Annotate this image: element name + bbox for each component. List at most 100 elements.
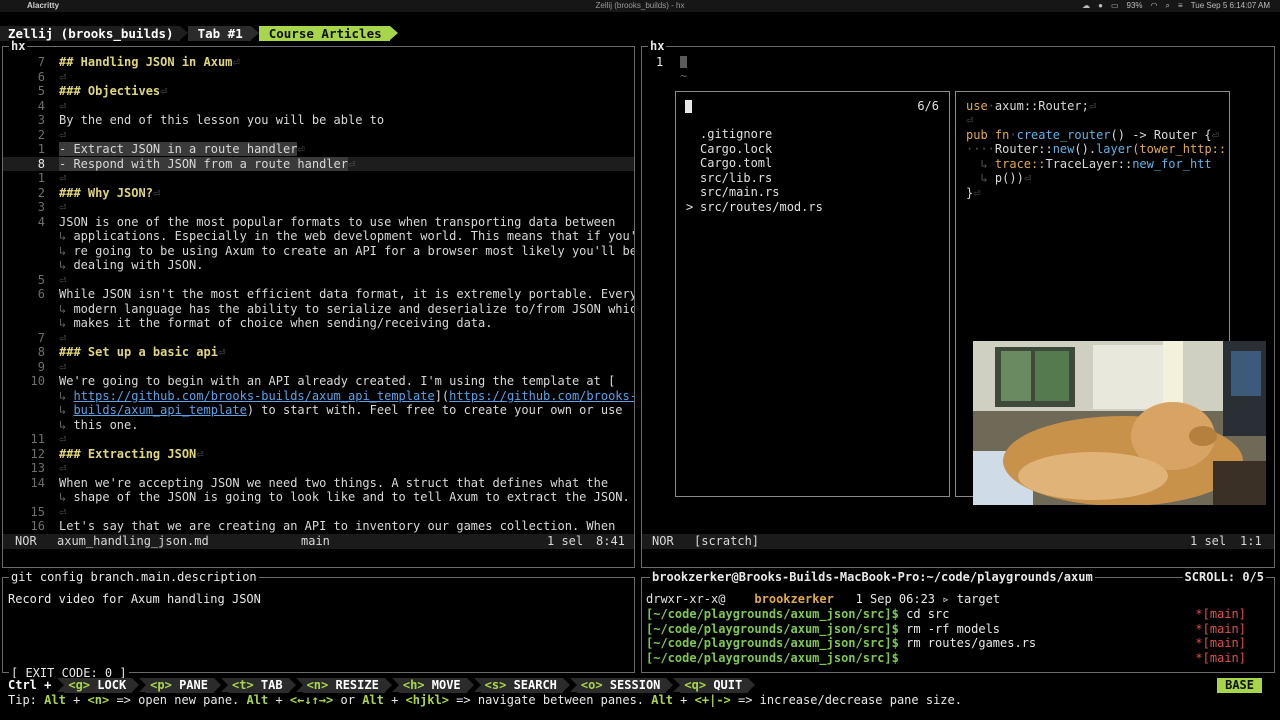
editor-line[interactable]: ↳ this one. bbox=[3, 418, 634, 433]
picker-item[interactable]: Cargo.lock bbox=[700, 142, 772, 157]
search-icon[interactable]: ⌕ bbox=[1166, 0, 1170, 12]
keybinding-session[interactable]: <o> SESSION bbox=[569, 678, 674, 693]
editor-line[interactable]: 12 ### Extracting JSON⏎ bbox=[3, 447, 634, 462]
editor-line[interactable]: 2 ### Why JSON?⏎ bbox=[3, 186, 634, 201]
left-editor-pane[interactable]: hx 7 ## Handling JSON in Axum⏎ 6 ⏎ 5 ### Obje… bbox=[2, 39, 635, 568]
editor-line[interactable]: 11 ⏎ bbox=[3, 432, 634, 447]
editor-line[interactable]: 1 - Extract JSON in a route handler⏎ bbox=[3, 142, 634, 157]
editor-line[interactable]: ↳ re going to be using Axum to create an… bbox=[3, 244, 634, 259]
git-branch-indicator: *[main] bbox=[1195, 650, 1246, 665]
editor-mode: NOR bbox=[15, 534, 37, 548]
line-text: ## Handling JSON in Axum⏎ bbox=[59, 55, 240, 69]
editor-line[interactable]: 16 Let's say that we are creating an API … bbox=[3, 519, 634, 534]
keybinding-pane[interactable]: <p> PANE bbox=[139, 678, 221, 693]
picker-item[interactable]: .gitignore bbox=[700, 127, 772, 142]
editor-filename: axum_handling_json.md bbox=[57, 534, 209, 548]
editor-line[interactable]: ↳ https://github.com/brooks-builds/axum_… bbox=[3, 389, 634, 404]
line-text: - Respond with JSON from a route handler… bbox=[59, 156, 356, 171]
keybinding-search[interactable]: <s> SEARCH bbox=[473, 678, 570, 693]
line-number: 10 bbox=[30, 374, 45, 388]
markdown-editor[interactable]: 7 ## Handling JSON in Axum⏎ 6 ⏎ 5 ### Objecti… bbox=[3, 55, 634, 535]
branch-description: Record video for Axum handling JSON bbox=[8, 592, 261, 606]
picker-item[interactable]: src/main.rs bbox=[700, 185, 779, 200]
editor-line[interactable]: 6 While JSON isn't the most efficient dat… bbox=[3, 287, 634, 302]
editor-line[interactable]: 9 ⏎ bbox=[3, 360, 634, 375]
display-icon[interactable]: ▭ bbox=[1111, 0, 1119, 12]
file-picker[interactable]: 6/6 .gitignore Cargo.lock Cargo.toml src/li… bbox=[675, 91, 950, 497]
scroll-indicator: SCROLL: 0/5 bbox=[1182, 570, 1266, 584]
line-text: ### Extracting JSON⏎ bbox=[59, 446, 204, 461]
editor-line[interactable]: 15 ⏎ bbox=[3, 505, 634, 520]
keybinding-quit[interactable]: <q> QUIT bbox=[673, 678, 756, 693]
wifi-icon[interactable]: ◠ bbox=[1151, 0, 1158, 12]
editor-line[interactable]: 5 ### Objectives⏎ bbox=[3, 84, 634, 99]
tab-course-articles[interactable]: Course Articles bbox=[258, 26, 390, 41]
line-number: 13 bbox=[30, 461, 45, 475]
tab-1[interactable]: Tab #1 bbox=[187, 26, 251, 41]
editor-line[interactable]: 13 ⏎ bbox=[3, 461, 634, 476]
editor-line[interactable]: 4 ⏎ bbox=[3, 99, 634, 114]
terminal-line: [~/code/playgrounds/axum_json/src]$ rm r… bbox=[646, 636, 1036, 651]
terminal-pane[interactable]: brookzerker@Brooks-Builds-MacBook-Pro:~/… bbox=[641, 570, 1275, 673]
editor-line[interactable]: ↳ shape of the JSON is going to look lik… bbox=[3, 490, 634, 505]
keybinding-tab[interactable]: <t> TAB bbox=[220, 678, 296, 693]
editor-line[interactable]: 3 ⏎ bbox=[3, 200, 634, 215]
line-number: 3 bbox=[37, 200, 45, 214]
line-text: ⏎ bbox=[59, 272, 67, 287]
line-number: 1 bbox=[37, 142, 45, 156]
editor-line[interactable]: 4 JSON is one of the most popular formats… bbox=[3, 215, 634, 230]
line-text: ↳ shape of the JSON is going to look lik… bbox=[59, 490, 630, 504]
shell-prompt: [~/code/playgrounds/axum_json/src]$ bbox=[646, 607, 899, 621]
editor-line[interactable]: ↳ builds/axum_api_template) to start wit… bbox=[3, 403, 634, 418]
line-number: 2 bbox=[37, 185, 45, 200]
line-text: ↳ modern language has the ability to ser… bbox=[59, 301, 634, 316]
record-icon[interactable]: ● bbox=[1098, 0, 1103, 12]
line-number: 4 bbox=[37, 214, 45, 229]
picker-input-cursor[interactable] bbox=[685, 100, 692, 113]
line-text: ↳ https://github.com/brooks-builds/axum_… bbox=[59, 388, 634, 403]
editor-line[interactable]: 2 ⏎ bbox=[3, 128, 634, 143]
editor-line[interactable]: ↳ makes it the format of choice when sen… bbox=[3, 316, 634, 331]
picker-count: 6/6 bbox=[917, 99, 939, 113]
editor-cursor-pos: 1:1 bbox=[1240, 534, 1262, 548]
picker-item[interactable]: src/routes/mod.rs bbox=[700, 200, 823, 215]
control-center-icon[interactable]: ≡ bbox=[1178, 0, 1183, 12]
editor-line[interactable]: 10 We're going to begin with an API alrea… bbox=[3, 374, 634, 389]
shell-prompt: [~/code/playgrounds/axum_json/src]$ bbox=[646, 621, 899, 636]
keybinding-lock[interactable]: <g> LOCK bbox=[57, 678, 140, 693]
git-branch-indicator: *[main] bbox=[1195, 636, 1246, 650]
tab-separator bbox=[389, 26, 398, 40]
line-number: 1 bbox=[656, 55, 664, 69]
editor-line[interactable]: 1 ⏎ bbox=[3, 171, 634, 186]
editor-line[interactable]: 7 ⏎ bbox=[3, 331, 634, 346]
line-text: ⏎ bbox=[59, 432, 67, 446]
editor-line[interactable]: ↳ modern language has the ability to ser… bbox=[3, 302, 634, 317]
picker-item[interactable]: src/lib.rs bbox=[700, 171, 772, 186]
git-config-pane[interactable]: git config branch.main.description Recor… bbox=[2, 570, 635, 680]
shell-command: rm routes/games.rs bbox=[898, 636, 1037, 650]
preview-line: ····Router::new().layer(tower_http:: bbox=[966, 142, 1227, 156]
editor-line[interactable]: ↳ dealing with JSON. bbox=[3, 258, 634, 273]
menubar-clock[interactable]: Tue Sep 5 6:14:07 AM bbox=[1191, 0, 1270, 12]
shell-command: cd src bbox=[898, 607, 950, 621]
editor-line[interactable]: 3 By the end of this lesson you will be a… bbox=[3, 113, 634, 128]
editor-line[interactable]: 7 ## Handling JSON in Axum⏎ bbox=[3, 55, 634, 70]
editor-line[interactable]: 5 ⏎ bbox=[3, 273, 634, 288]
editor-line[interactable]: 14 When we're accepting JSON we need two … bbox=[3, 476, 634, 491]
line-text: ⏎ bbox=[59, 171, 67, 185]
keybinding-move[interactable]: <h> MOVE bbox=[391, 678, 474, 693]
line-text: ↳ dealing with JSON. bbox=[59, 258, 204, 272]
pane-title: hx bbox=[9, 39, 28, 53]
line-text: ⏎ bbox=[59, 127, 67, 142]
editor-line[interactable]: ↳ applications. Especially in the web de… bbox=[3, 229, 634, 244]
keybinding-resize[interactable]: <n> RESIZE bbox=[295, 678, 392, 693]
line-number: 8 bbox=[37, 345, 45, 359]
battery-percent[interactable]: 93% bbox=[1127, 0, 1143, 12]
editor-line[interactable]: 8 - Respond with JSON from a route handle… bbox=[3, 156, 634, 171]
picker-item[interactable]: Cargo.toml bbox=[700, 156, 772, 171]
editor-statusline: NOR [scratch] 1 sel 1:1 bbox=[642, 534, 1274, 549]
editor-line[interactable]: 8 ### Set up a basic api⏎ bbox=[3, 345, 634, 360]
cloud-icon[interactable]: ☁ bbox=[1082, 0, 1090, 12]
editor-line[interactable]: 6 ⏎ bbox=[3, 70, 634, 85]
shell-prompt: [~/code/playgrounds/axum_json/src]$ bbox=[646, 650, 899, 665]
